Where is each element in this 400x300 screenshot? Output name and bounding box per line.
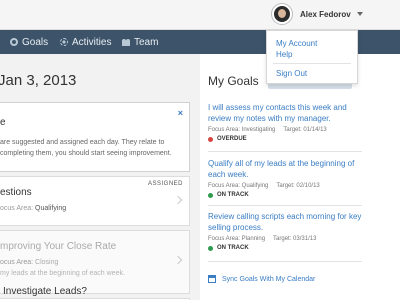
divider: [208, 151, 362, 152]
goal-status-label: OVERDUE: [217, 136, 247, 142]
status-dot-icon: [208, 245, 213, 251]
sync-calendar-link[interactable]: Sync Goals With My Calendar: [208, 275, 315, 283]
main-column: Jan 3, 2013 e are suggested and assigned…: [0, 54, 196, 300]
goals-icon: [10, 38, 18, 46]
goal-meta: Focus Area: Planning Target: 03/31/13: [208, 236, 362, 242]
goal-meta: Focus Area: Investigating Target: 01/14/…: [208, 127, 362, 133]
goal-focus-area: Focus Area: Qualifying: [208, 183, 269, 189]
nav-item-label: Team: [134, 36, 159, 48]
status-dot-icon: [208, 136, 213, 142]
nav-item-label: Goals: [22, 36, 49, 48]
goal-title[interactable]: Review calling scripts each morning for …: [208, 211, 362, 233]
top-bar: Alex Fedorov: [0, 0, 400, 30]
goal-focus-area: Focus Area: Planning: [208, 236, 266, 242]
card-title: Investigate Leads?: [3, 286, 87, 297]
goal-meta: Focus Area: Qualifying Target: 02/10/13: [208, 183, 362, 189]
card-focus-area: ocus Area: Closing: [0, 259, 58, 266]
help-link[interactable]: Help: [276, 50, 292, 59]
caret-down-icon: [356, 12, 363, 16]
notice-heading: e: [0, 117, 6, 128]
goal-status: OVERDUE: [208, 136, 362, 142]
goals-panel: My Goals I will assess my contacts this …: [200, 54, 400, 300]
status-dot-icon: [208, 192, 213, 198]
goal-status-label: ON TRACK: [217, 245, 249, 251]
divider: [208, 261, 362, 262]
goal-title[interactable]: Qualify all of my leads at the beginning…: [208, 158, 362, 180]
chevron-right-icon: [173, 195, 183, 205]
user-name: Alex Fedorov: [300, 9, 351, 19]
nav-item-label: Activities: [72, 36, 112, 48]
sign-out-link[interactable]: Sign Out: [276, 69, 307, 78]
goals-panel-title: My Goals: [208, 74, 259, 88]
assigned-badge: ASSIGNED: [147, 181, 183, 187]
card-title: estions: [0, 187, 32, 198]
nav-item-team[interactable]: Team: [122, 35, 158, 49]
calendar-icon: [208, 275, 216, 283]
team-icon: [122, 38, 130, 46]
info-notice: e are suggested and assigned each day. T…: [0, 102, 190, 172]
card-focus-label: ocus Area:: [0, 205, 34, 212]
goal-status: ON TRACK: [208, 245, 362, 251]
goal-status-label: ON TRACK: [217, 192, 249, 198]
card-focus-label: ocus Area:: [0, 259, 34, 266]
activities-icon: [60, 38, 68, 46]
nav-item-activities[interactable]: Activities: [60, 35, 111, 49]
goal-item[interactable]: I will assess my contacts this week and …: [208, 102, 362, 142]
card-focus-area: ocus Area: Qualifying: [0, 205, 66, 212]
sync-calendar-label: Sync Goals With My Calendar: [222, 275, 316, 283]
goal-focus-area: Focus Area: Investigating: [208, 127, 276, 133]
chevron-right-icon: [173, 255, 183, 265]
goal-item[interactable]: Review calling scripts each morning for …: [208, 211, 362, 251]
goal-target: Target: 01/14/13: [283, 127, 327, 133]
card-focus-value: Qualifying: [35, 205, 67, 212]
card-focus-value: Closing: [35, 259, 59, 266]
nav-item-goals[interactable]: Goals: [10, 35, 48, 49]
goal-target: Target: 03/31/13: [273, 236, 317, 242]
user-dropdown: My Account Help Sign Out: [266, 30, 358, 84]
notice-body: are suggested and assigned each day. The…: [0, 139, 172, 157]
card-title: mproving Your Close Rate: [0, 241, 117, 252]
activity-card[interactable]: mproving Your Close Rate ocus Area: Clos…: [0, 230, 190, 294]
activity-card[interactable]: ASSIGNED estions ocus Area: Qualifying: [0, 176, 190, 226]
avatar: [272, 4, 292, 24]
card-description: my leads at the beginning of each week.: [0, 270, 125, 277]
divider: [208, 205, 362, 206]
goal-status: ON TRACK: [208, 192, 362, 198]
goal-title[interactable]: I will assess my contacts this week and …: [208, 102, 362, 124]
dropdown-divider: [273, 63, 351, 64]
user-menu-toggle[interactable]: Alex Fedorov: [272, 3, 363, 25]
goal-target: Target: 02/10/13: [276, 183, 320, 189]
page-date: Jan 3, 2013: [0, 72, 77, 89]
goal-item[interactable]: Qualify all of my leads at the beginning…: [208, 158, 362, 198]
my-account-link[interactable]: My Account: [276, 39, 317, 48]
close-icon[interactable]: ×: [178, 108, 183, 118]
